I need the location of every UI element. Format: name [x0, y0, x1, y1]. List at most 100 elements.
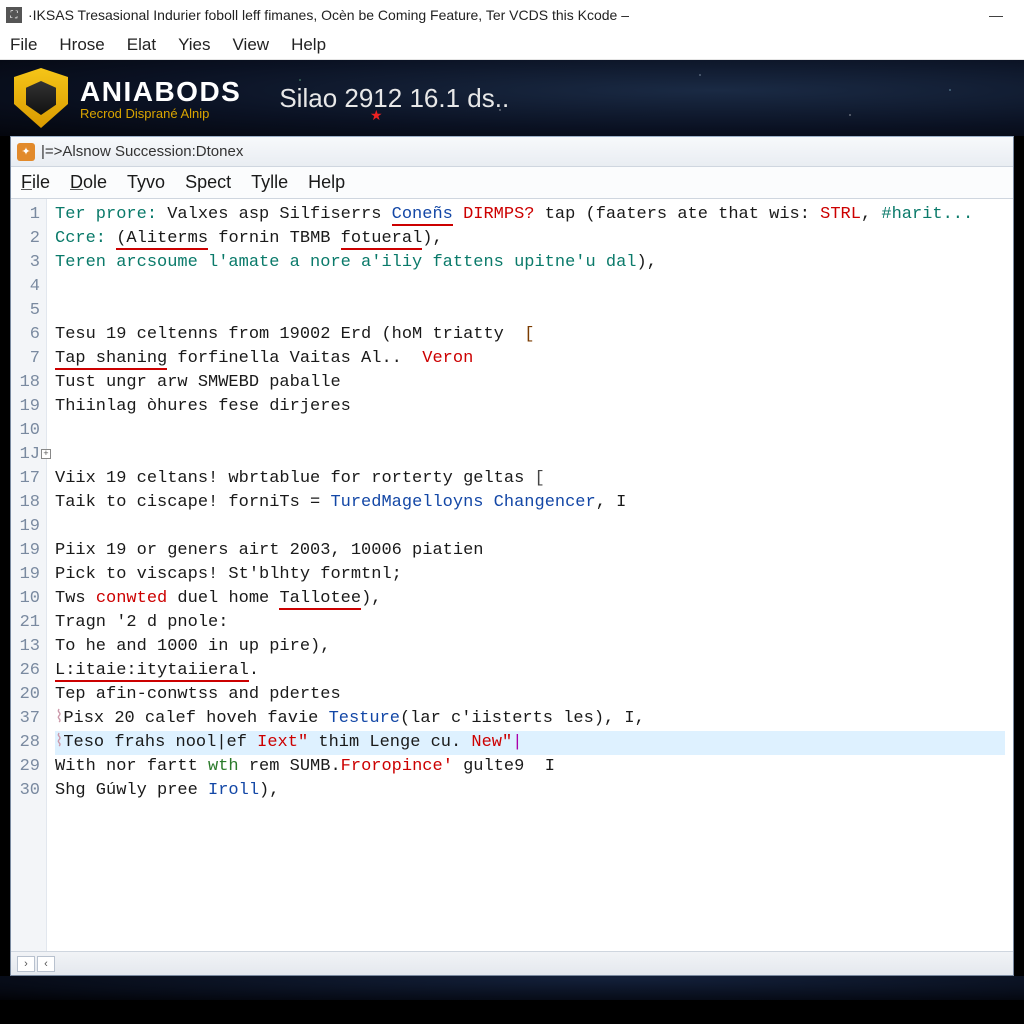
code-line[interactable] — [55, 419, 1005, 443]
code-token: TuredMagelloyns Changencer — [330, 493, 595, 512]
menu-file[interactable]: File — [10, 35, 37, 55]
code-line[interactable]: Taik to ciscape! forniTs = TuredMagelloy… — [55, 491, 1005, 515]
editor-menu-file[interactable]: File — [21, 172, 50, 193]
code-line[interactable]: Tragn '2 d pnole: — [55, 611, 1005, 635]
editor-menubar: File Dole Tyvo Spect Tylle Help — [11, 167, 1013, 199]
menu-yies[interactable]: Yies — [178, 35, 210, 55]
document-tabbar: ✦ |=>Alsnow Succession:Dtonex — [11, 137, 1013, 167]
code-line[interactable]: Viix 19 celtans! wbrtablue for rorterty … — [55, 467, 1005, 491]
code-line[interactable]: ⌇Pisx 20 calef hoveh favie Testure(lar c… — [55, 707, 1005, 731]
line-number: 1 — [11, 203, 40, 227]
menu-hrose[interactable]: Hrose — [59, 35, 104, 55]
editor-menu-tyvo[interactable]: Tyvo — [127, 172, 165, 193]
shield-icon — [14, 68, 68, 128]
code-line[interactable]: Ter prore: Valxes asp Silfiserrs Coneñs … — [55, 203, 1005, 227]
document-icon: ✦ — [17, 143, 35, 161]
line-number: 19 — [11, 395, 40, 419]
code-token: Testure — [329, 709, 400, 728]
editor-menu-spect[interactable]: Spect — [185, 172, 231, 193]
code-line[interactable]: Tap shaning forfinella Vaitas Al.. Veron — [55, 347, 1005, 371]
line-number: 10 — [11, 419, 40, 443]
code-area[interactable]: Ter prore: Valxes asp Silfiserrs Coneñs … — [47, 199, 1013, 951]
code-token: duel home — [167, 589, 279, 608]
line-number: 4 — [11, 275, 40, 299]
code-token: ), — [259, 781, 279, 800]
code-line[interactable] — [55, 275, 1005, 299]
code-token: Tragn '2 d pnole: — [55, 613, 228, 632]
code-line[interactable]: Tws conwted duel home Tallotee), — [55, 587, 1005, 611]
code-token: Viix 19 celtans! wbrtablue for rorterty … — [55, 469, 534, 488]
code-token — [453, 205, 463, 224]
code-token: (lar c'iisterts les), I, — [400, 709, 645, 728]
line-number: 10 — [11, 587, 40, 611]
code-token: fotueral — [341, 229, 423, 250]
editor-menu-dole[interactable]: Dole — [70, 172, 107, 193]
code-line[interactable]: Teren arcsoume l'amate a nore a'iliy fat… — [55, 251, 1005, 275]
outer-menubar: File Hrose Elat Yies View Help — [0, 30, 1024, 60]
code-token: Iext" — [257, 733, 308, 752]
editor-menu-tylle[interactable]: Tylle — [251, 172, 288, 193]
code-token: Tep afin-conwtss and pdertes — [55, 685, 341, 704]
code-token: , — [861, 205, 881, 224]
code-line[interactable]: Tep afin-conwtss and pdertes — [55, 683, 1005, 707]
line-number: 30 — [11, 779, 40, 803]
code-token: Pick to viscaps! St'blhty formtnl; — [55, 565, 402, 584]
code-token: Thiinlag òhures fese dirjeres — [55, 397, 351, 416]
code-token: ), — [637, 253, 657, 272]
star-icon: ★ — [370, 107, 383, 124]
code-line[interactable]: + — [55, 443, 1005, 467]
code-line[interactable]: Pick to viscaps! St'blhty formtnl; — [55, 563, 1005, 587]
code-line[interactable]: To he and 1000 in up pire), — [55, 635, 1005, 659]
line-number: 19 — [11, 515, 40, 539]
code-line[interactable]: Shg Gúwly pree Iroll), — [55, 779, 1005, 803]
line-number: 7 — [11, 347, 40, 371]
code-token: Tap shaning — [55, 349, 167, 370]
code-token: (Aliterms — [116, 229, 208, 250]
line-number: 2 — [11, 227, 40, 251]
code-token: Tws — [55, 589, 96, 608]
code-token: Teso frahs nool|ef — [63, 733, 257, 752]
brand-subtitle: Recrod Disprané Alnip — [80, 106, 241, 121]
code-line[interactable]: With nor fartt wth rem SUMB.Froropince' … — [55, 755, 1005, 779]
document-tab-label[interactable]: |=>Alsnow Succession:Dtonex — [41, 143, 243, 160]
brand-block: ANIABODS Recrod Disprané Alnip — [80, 76, 241, 121]
code-line[interactable]: Ccre: (Aliterms fornin TBMB fotueral), — [55, 227, 1005, 251]
code-token: Piix 19 or geners airt 2003, 10006 piati… — [55, 541, 483, 560]
code-token: To he and 1000 in up pire), — [55, 637, 330, 656]
code-line[interactable]: Tesu 19 celtenns from 19002 Erd (hoM tri… — [55, 323, 1005, 347]
code-token: Tesu 19 celtenns from 19002 Erd (hoM tri… — [55, 325, 524, 344]
code-token: tap (faaters ate that wis: — [535, 205, 821, 224]
code-token: | — [512, 733, 522, 752]
code-line[interactable]: Thiinlag òhures fese dirjeres — [55, 395, 1005, 419]
menu-help[interactable]: Help — [291, 35, 326, 55]
code-token: Taik to ciscape! forniTs = — [55, 493, 330, 512]
code-line[interactable] — [55, 299, 1005, 323]
editor-menu-help[interactable]: Help — [308, 172, 345, 193]
scroll-left-button[interactable]: ‹ — [37, 956, 55, 972]
code-line[interactable] — [55, 515, 1005, 539]
line-number: 17 — [11, 467, 40, 491]
code-editor[interactable]: 12345671819101J1718191919102113262037282… — [11, 199, 1013, 951]
minimize-button[interactable]: — — [974, 1, 1018, 29]
line-number: 20 — [11, 683, 40, 707]
code-token: [ — [534, 469, 544, 488]
line-number: 3 — [11, 251, 40, 275]
line-number: 29 — [11, 755, 40, 779]
line-number: 13 — [11, 635, 40, 659]
code-token: conwted — [96, 589, 167, 608]
code-token: With nor fartt — [55, 757, 208, 776]
code-token: gulte9 I — [453, 757, 555, 776]
code-token: Pisx 20 calef hoveh favie — [63, 709, 328, 728]
code-line[interactable]: Tust ungr arw SMWEBD paballe — [55, 371, 1005, 395]
fold-icon[interactable]: + — [41, 449, 51, 459]
code-token: #harit... — [881, 205, 973, 224]
code-line[interactable]: L:itaie:itytaiieral. — [55, 659, 1005, 683]
code-line[interactable]: ⌇Teso frahs nool|ef Iext" thim Lenge cu.… — [55, 731, 1005, 755]
scroll-right-button[interactable]: › — [17, 956, 35, 972]
menu-view[interactable]: View — [233, 35, 270, 55]
line-number: 18 — [11, 371, 40, 395]
code-token: Froropince' — [341, 757, 453, 776]
code-line[interactable]: Piix 19 or geners airt 2003, 10006 piati… — [55, 539, 1005, 563]
code-token: Shg Gúwly pree — [55, 781, 208, 800]
menu-elat[interactable]: Elat — [127, 35, 156, 55]
